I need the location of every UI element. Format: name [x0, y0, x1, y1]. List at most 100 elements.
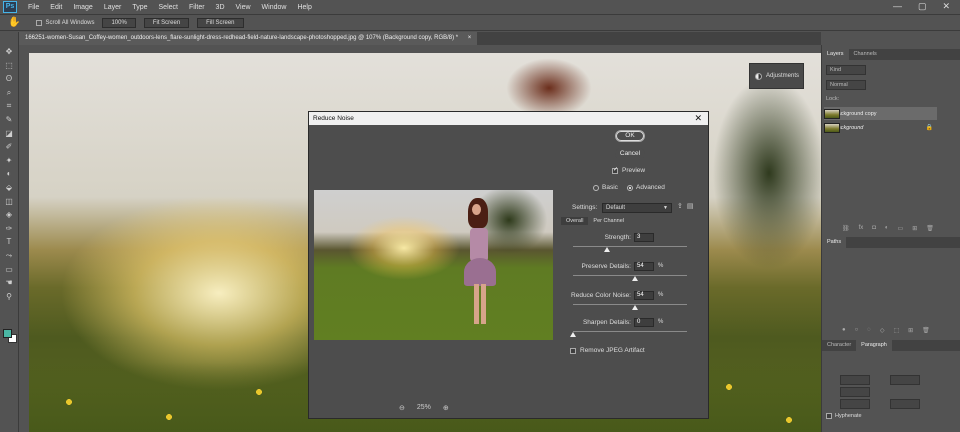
menu-file[interactable]: File: [28, 4, 39, 11]
preserve-details-slider[interactable]: [573, 275, 687, 276]
reduce-color-noise-slider[interactable]: [573, 304, 687, 305]
group-icon[interactable]: ▭: [898, 225, 904, 232]
shape-tool-icon[interactable]: ▭: [3, 264, 15, 275]
quick-select-icon[interactable]: ⌕: [3, 87, 15, 98]
dialog-close-icon[interactable]: ✕: [694, 112, 702, 125]
link-layers-icon[interactable]: ⛓: [842, 225, 850, 232]
menu-image[interactable]: Image: [73, 4, 92, 11]
hand-icon[interactable]: ✋: [8, 17, 20, 28]
healing-brush-icon[interactable]: ◪: [3, 128, 15, 139]
basic-radio[interactable]: [593, 185, 599, 191]
preview-checkbox[interactable]: [612, 166, 618, 174]
strength-slider-thumb[interactable]: [604, 247, 611, 252]
reduce-color-noise-value[interactable]: 54: [634, 291, 654, 300]
color-swatches[interactable]: [3, 329, 17, 343]
lasso-tool-icon[interactable]: ʘ: [3, 73, 15, 84]
document-tab[interactable]: 166251-women-Susan_Coffey-women_outdoors…: [19, 32, 478, 45]
fill-screen-button[interactable]: Fill Screen: [197, 17, 244, 28]
maximize-icon[interactable]: ▢: [918, 1, 927, 12]
tab-overall[interactable]: Overall: [561, 217, 589, 225]
settings-select[interactable]: Default ▼: [602, 203, 672, 213]
tab-layers[interactable]: Layers: [822, 49, 849, 60]
remove-jpeg-checkbox[interactable]: [570, 348, 576, 354]
reduce-color-noise-slider-thumb[interactable]: [631, 305, 638, 310]
indent-first-field[interactable]: [840, 387, 870, 397]
move-tool-icon[interactable]: ✥: [3, 46, 15, 57]
new-path-icon[interactable]: ⊞: [908, 327, 913, 334]
minimize-icon[interactable]: —: [893, 1, 902, 12]
tab-channels[interactable]: Channels: [849, 49, 882, 60]
menu-3d[interactable]: 3D: [216, 4, 225, 11]
menu-type[interactable]: Type: [132, 4, 147, 11]
fill-path-icon[interactable]: ●: [842, 327, 846, 334]
history-brush-icon[interactable]: ◐: [3, 168, 15, 179]
menu-window[interactable]: Window: [262, 4, 287, 11]
delete-layer-icon[interactable]: 🗑: [926, 225, 934, 232]
tab-character[interactable]: Character: [822, 340, 856, 351]
zoom-100-button[interactable]: 100%: [102, 17, 136, 28]
type-tool-icon[interactable]: T: [3, 236, 15, 247]
add-mask-icon[interactable]: ◘: [872, 225, 876, 232]
dodge-tool-icon[interactable]: ✑: [3, 223, 15, 234]
space-before-field[interactable]: [840, 399, 870, 409]
layer-filter-kind[interactable]: Kind: [826, 65, 866, 75]
ok-button[interactable]: OK: [615, 130, 645, 142]
sharpen-details-value[interactable]: 0: [634, 318, 654, 327]
eraser-icon[interactable]: ⬙: [3, 182, 15, 193]
adjustments-panel[interactable]: Adjustments: [749, 63, 804, 89]
indent-left-field[interactable]: [840, 375, 870, 385]
path-select-icon[interactable]: ⤳: [3, 250, 15, 261]
zoom-tool-icon[interactable]: ⚲: [3, 291, 15, 302]
tab-paths[interactable]: Paths: [822, 237, 847, 248]
blur-tool-icon[interactable]: ◈: [3, 209, 15, 220]
crop-tool-icon[interactable]: ⌗: [3, 100, 15, 111]
preserve-details-slider-thumb[interactable]: [631, 276, 638, 281]
marquee-tool-icon[interactable]: ⬚: [3, 60, 15, 71]
menu-edit[interactable]: Edit: [50, 4, 62, 11]
scroll-all-windows-checkbox[interactable]: [36, 19, 43, 26]
stroke-path-icon[interactable]: ○: [855, 327, 859, 334]
menu-filter[interactable]: Filter: [189, 4, 205, 11]
adjustment-layer-icon[interactable]: ◐: [885, 225, 889, 232]
foreground-color-swatch[interactable]: [3, 329, 12, 338]
eyedropper-icon[interactable]: ✎: [3, 114, 15, 125]
layer-row[interactable]: Background 🔒: [824, 121, 937, 134]
strength-value[interactable]: 3: [634, 233, 654, 242]
brush-tool-icon[interactable]: ✐: [3, 141, 15, 152]
save-settings-icon[interactable]: ⇪: [677, 202, 683, 210]
menu-help[interactable]: Help: [297, 4, 311, 11]
filter-preview-image[interactable]: [314, 190, 553, 340]
strength-slider[interactable]: [573, 246, 687, 247]
close-document-icon[interactable]: ×: [468, 35, 472, 41]
sharpen-details-slider[interactable]: [573, 331, 687, 332]
menu-layer[interactable]: Layer: [104, 4, 122, 11]
hand-tool-icon[interactable]: ☚: [3, 277, 15, 288]
sharpen-details-slider-thumb[interactable]: [570, 332, 576, 337]
add-mask-icon[interactable]: ⬚: [893, 327, 899, 334]
indent-right-field[interactable]: [890, 375, 920, 385]
menu-select[interactable]: Select: [159, 4, 178, 11]
space-after-field[interactable]: [890, 399, 920, 409]
new-layer-icon[interactable]: ⊞: [912, 225, 917, 232]
gradient-tool-icon[interactable]: ◫: [3, 196, 15, 207]
advanced-radio[interactable]: [627, 185, 633, 191]
fit-screen-button[interactable]: Fit Screen: [143, 17, 190, 28]
tab-per-channel[interactable]: Per Channel: [588, 217, 629, 225]
tab-paragraph[interactable]: Paragraph: [856, 340, 892, 351]
make-path-icon[interactable]: ◇: [880, 327, 885, 334]
fx-icon[interactable]: fx: [859, 225, 864, 232]
clone-stamp-icon[interactable]: ✦: [3, 155, 15, 166]
delete-settings-icon[interactable]: ▤: [687, 202, 694, 210]
layer-row[interactable]: ◉ Background copy: [824, 107, 937, 120]
blend-mode-select[interactable]: Normal: [826, 80, 866, 90]
cancel-button[interactable]: Cancel: [615, 148, 645, 160]
zoom-in-icon[interactable]: ⊕: [443, 404, 449, 412]
close-window-icon[interactable]: ✕: [942, 1, 950, 12]
hyphenate-option[interactable]: Hyphenate: [826, 413, 862, 419]
preserve-details-value[interactable]: 54: [634, 262, 654, 271]
menu-view[interactable]: View: [236, 4, 251, 11]
zoom-out-icon[interactable]: ⊖: [399, 404, 405, 412]
delete-path-icon[interactable]: 🗑: [922, 327, 930, 334]
load-selection-icon[interactable]: ◌: [867, 327, 871, 334]
hyphenate-checkbox[interactable]: [826, 413, 832, 419]
